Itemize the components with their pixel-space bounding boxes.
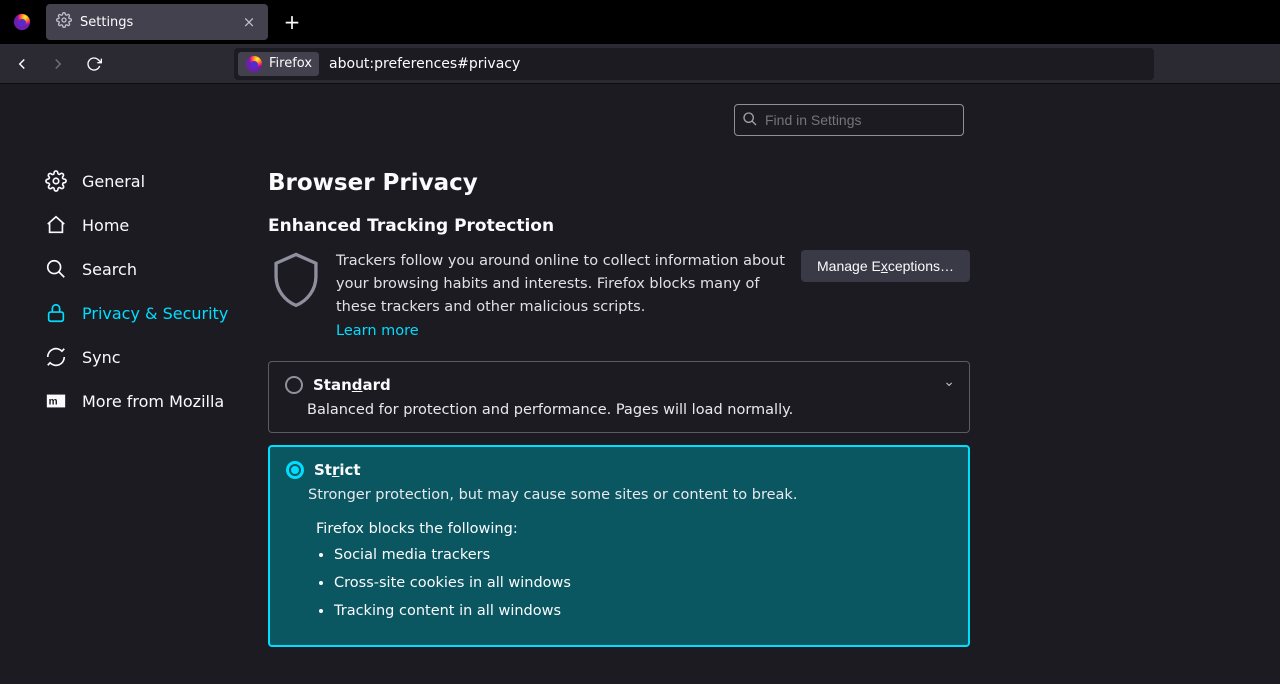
firefox-logo-icon xyxy=(13,13,31,31)
forward-button[interactable] xyxy=(42,48,74,80)
back-button[interactable] xyxy=(6,48,38,80)
search-icon xyxy=(44,257,68,281)
sidebar-item-search[interactable]: Search xyxy=(34,247,268,291)
sidebar-item-sync[interactable]: Sync xyxy=(34,335,268,379)
radio-standard[interactable] xyxy=(285,376,303,394)
close-tab-button[interactable]: × xyxy=(240,13,258,31)
sidebar-item-label: Sync xyxy=(82,348,121,367)
mozilla-icon: m xyxy=(44,389,68,413)
etp-option-strict[interactable]: Strict Stronger protection, but may caus… xyxy=(268,445,970,647)
option-desc-strict: Stronger protection, but may cause some … xyxy=(308,487,952,503)
sidebar-item-label: Search xyxy=(82,260,137,279)
settings-search-input[interactable] xyxy=(734,104,964,136)
etp-description-block: Trackers follow you around online to col… xyxy=(336,250,789,343)
navigation-toolbar: Firefox about:preferences#privacy xyxy=(0,44,1280,84)
main-panel: Browser Privacy Enhanced Tracking Protec… xyxy=(268,84,970,684)
shield-icon xyxy=(268,250,324,316)
chevron-down-icon[interactable]: ⌄ xyxy=(943,374,955,390)
identity-label: Firefox xyxy=(269,56,312,71)
sidebar-item-home[interactable]: Home xyxy=(34,203,268,247)
gear-icon xyxy=(44,169,68,193)
blocks-list: Social media trackers Cross-site cookies… xyxy=(334,547,952,619)
tab-settings[interactable]: Settings × xyxy=(46,4,268,40)
etp-option-standard[interactable]: Standard ⌄ Balanced for protection and p… xyxy=(268,361,970,433)
tab-strip: Settings × + xyxy=(0,0,1280,44)
app-menu-button[interactable] xyxy=(0,0,44,44)
manage-exceptions-button[interactable]: Manage Exceptions… xyxy=(801,250,970,282)
list-item: Tracking content in all windows xyxy=(334,603,952,619)
learn-more-link[interactable]: Learn more xyxy=(336,323,419,339)
url-bar[interactable]: Firefox about:preferences#privacy xyxy=(234,48,1154,80)
firefox-logo-icon xyxy=(245,55,263,73)
sync-icon xyxy=(44,345,68,369)
section-title: Enhanced Tracking Protection xyxy=(268,216,970,236)
sidebar-item-label: More from Mozilla xyxy=(82,392,224,411)
list-item: Social media trackers xyxy=(334,547,952,563)
sidebar-item-label: Privacy & Security xyxy=(82,304,228,323)
gear-icon xyxy=(56,12,72,32)
sidebar-item-label: General xyxy=(82,172,145,191)
sidebar-item-label: Home xyxy=(82,216,129,235)
identity-badge[interactable]: Firefox xyxy=(238,52,319,76)
preferences-content: General Home Search Privacy & Security xyxy=(0,84,1280,684)
category-sidebar: General Home Search Privacy & Security xyxy=(34,84,268,684)
new-tab-button[interactable]: + xyxy=(276,6,308,38)
page-title: Browser Privacy xyxy=(268,170,970,196)
home-icon xyxy=(44,213,68,237)
option-title-strict: Strict xyxy=(314,461,361,479)
option-title-standard: Standard xyxy=(313,376,391,394)
lock-icon xyxy=(44,301,68,325)
sidebar-item-privacy[interactable]: Privacy & Security xyxy=(34,291,268,335)
etp-description: Trackers follow you around online to col… xyxy=(336,253,785,315)
radio-strict[interactable] xyxy=(286,461,304,479)
sidebar-item-more-mozilla[interactable]: m More from Mozilla xyxy=(34,379,268,423)
option-desc-standard: Balanced for protection and performance.… xyxy=(307,402,953,418)
svg-text:m: m xyxy=(49,397,58,408)
tab-label: Settings xyxy=(80,15,232,30)
list-item: Cross-site cookies in all windows xyxy=(334,575,952,591)
url-text: about:preferences#privacy xyxy=(319,56,520,72)
sidebar-item-general[interactable]: General xyxy=(34,159,268,203)
blocks-label: Firefox blocks the following: xyxy=(316,521,952,537)
reload-button[interactable] xyxy=(78,48,110,80)
